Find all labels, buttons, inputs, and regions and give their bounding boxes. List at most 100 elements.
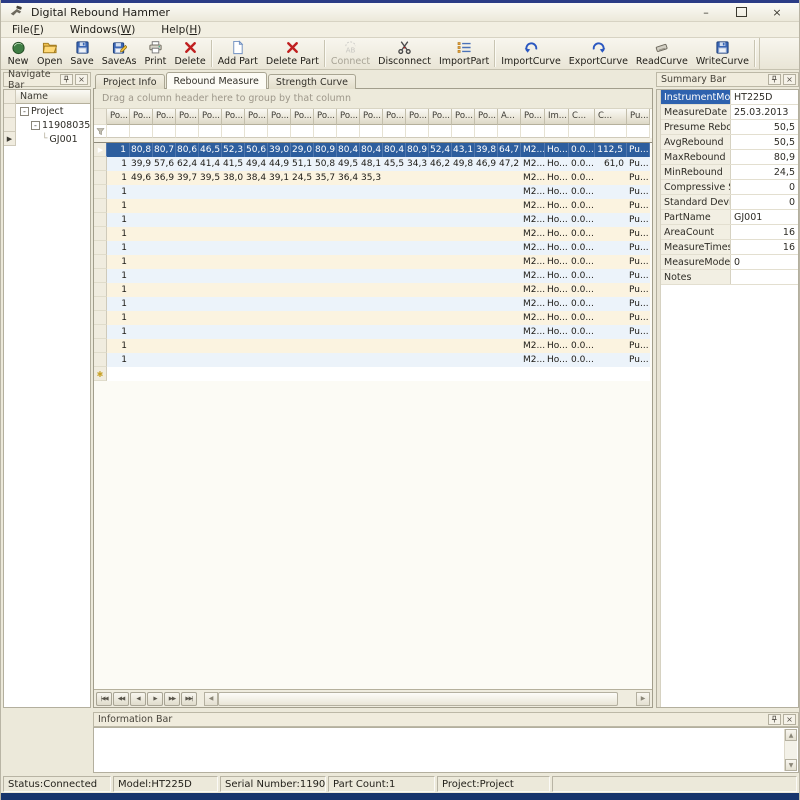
grid-cell[interactable]: [222, 367, 245, 381]
grid-cell[interactable]: [153, 283, 176, 297]
filter-cell[interactable]: [475, 125, 498, 138]
grid-cell[interactable]: Pu...: [627, 255, 650, 269]
menu-item-help[interactable]: Help(H): [158, 23, 204, 37]
table-row[interactable]: 1M2...Ho...0.0...Pu...: [94, 283, 652, 297]
grid-cell[interactable]: [498, 283, 521, 297]
delete-part-button[interactable]: Delete Part: [262, 38, 323, 69]
filter-cell[interactable]: [268, 125, 291, 138]
grid-cell[interactable]: 0.0...: [569, 213, 595, 227]
grid-cell[interactable]: [245, 185, 268, 199]
grid-cell[interactable]: [199, 269, 222, 283]
grid-cell[interactable]: Ho...: [545, 311, 569, 325]
grid-cell[interactable]: [406, 255, 429, 269]
grid-cell[interactable]: 49,4: [245, 157, 268, 171]
grid-cell[interactable]: 51,1: [291, 157, 314, 171]
grid-cell[interactable]: [452, 325, 475, 339]
expander-icon[interactable]: -: [31, 121, 40, 130]
grid-cell[interactable]: [475, 185, 498, 199]
grid-cell[interactable]: [498, 311, 521, 325]
grid-cell[interactable]: 62,4: [176, 157, 199, 171]
column-header-20[interactable]: Im...: [545, 109, 569, 125]
grid-cell[interactable]: 29,0: [291, 143, 314, 157]
grid-cell[interactable]: [360, 367, 383, 381]
grid-cell[interactable]: [291, 325, 314, 339]
grid-cell[interactable]: Ho...: [545, 283, 569, 297]
importcurve-button[interactable]: ImportCurve: [497, 38, 565, 69]
grid-cell[interactable]: [176, 325, 199, 339]
grid-cell[interactable]: 0.0...: [569, 311, 595, 325]
filter-cell[interactable]: [337, 125, 360, 138]
grid-cell[interactable]: 80,9: [406, 143, 429, 157]
nav-next-page-icon[interactable]: ▶▶: [164, 692, 180, 706]
table-row[interactable]: 1M2...Ho...0.0...Pu...: [94, 213, 652, 227]
grid-cell[interactable]: [360, 297, 383, 311]
grid-cell[interactable]: [314, 339, 337, 353]
grid-cell[interactable]: 34,3: [406, 157, 429, 171]
table-row[interactable]: 1M2...Ho...0.0...Pu...: [94, 311, 652, 325]
grid-cell[interactable]: [268, 297, 291, 311]
grid-cell[interactable]: [314, 185, 337, 199]
grid-cell[interactable]: [595, 339, 627, 353]
grid-cell[interactable]: [406, 367, 429, 381]
grid-cell[interactable]: [222, 199, 245, 213]
grid-cell[interactable]: Pu...: [627, 311, 650, 325]
grid-cell[interactable]: [452, 367, 475, 381]
writecurve-button[interactable]: WriteCurve: [692, 38, 753, 69]
grid-cell[interactable]: Ho...: [545, 339, 569, 353]
column-header-12[interactable]: Po...: [360, 109, 383, 125]
grid-cell[interactable]: 1: [107, 311, 130, 325]
filter-cell[interactable]: [153, 125, 176, 138]
maximize-button[interactable]: [736, 7, 747, 17]
filter-cell[interactable]: [498, 125, 521, 138]
grid-cell[interactable]: [291, 367, 314, 381]
grid-cell[interactable]: 41,4: [199, 157, 222, 171]
grid-cell[interactable]: 38,4: [245, 171, 268, 185]
grid-cell[interactable]: [475, 367, 498, 381]
grid-cell[interactable]: [360, 311, 383, 325]
grid-cell[interactable]: [429, 213, 452, 227]
column-header-22[interactable]: C...: [595, 109, 627, 125]
column-header-14[interactable]: Po...: [406, 109, 429, 125]
grid-cell[interactable]: [337, 367, 360, 381]
grid-cell[interactable]: [337, 213, 360, 227]
summary-field-value[interactable]: [731, 270, 798, 284]
grid-cell[interactable]: [475, 297, 498, 311]
grid-cell[interactable]: [406, 353, 429, 367]
grid-cell[interactable]: [406, 283, 429, 297]
tree-column-header-name[interactable]: Name: [16, 90, 90, 104]
column-header-11[interactable]: Po...: [337, 109, 360, 125]
grid-cell[interactable]: [498, 269, 521, 283]
grid-cell[interactable]: [452, 199, 475, 213]
nav-last-icon[interactable]: ▶▶|: [181, 692, 197, 706]
grid-cell[interactable]: [545, 367, 569, 381]
summary-row-presume-rebound[interactable]: Presume Rebound50,5: [661, 120, 798, 135]
grid-cell[interactable]: [498, 255, 521, 269]
grid-cell[interactable]: 1: [107, 269, 130, 283]
pin-icon[interactable]: [768, 714, 781, 725]
grid-cell[interactable]: 0.0...: [569, 353, 595, 367]
grid-cell[interactable]: 46,2: [429, 157, 452, 171]
column-header-19[interactable]: Po...: [521, 109, 545, 125]
grid-cell[interactable]: [245, 339, 268, 353]
grid-cell[interactable]: 35,3: [360, 171, 383, 185]
grid-cell[interactable]: [337, 353, 360, 367]
grid-cell[interactable]: [383, 241, 406, 255]
filter-cell[interactable]: [452, 125, 475, 138]
grid-cell[interactable]: [130, 213, 153, 227]
grid-cell[interactable]: 0.0...: [569, 339, 595, 353]
nav-prev-icon[interactable]: ◀: [130, 692, 146, 706]
grid-cell[interactable]: Pu...: [627, 143, 650, 157]
grid-cell[interactable]: [176, 213, 199, 227]
grid-cell[interactable]: [337, 185, 360, 199]
open-button[interactable]: Open: [33, 38, 66, 69]
grid-cell[interactable]: [199, 227, 222, 241]
column-header-13[interactable]: Po...: [383, 109, 406, 125]
column-header-23[interactable]: Pu...: [627, 109, 650, 125]
grid-cell[interactable]: 1: [107, 297, 130, 311]
grid-cell[interactable]: [383, 171, 406, 185]
grid-cell[interactable]: 1: [107, 227, 130, 241]
grid-cell[interactable]: [176, 367, 199, 381]
grid-cell[interactable]: [452, 241, 475, 255]
grid-cell[interactable]: [268, 311, 291, 325]
filter-cell[interactable]: [521, 125, 545, 138]
